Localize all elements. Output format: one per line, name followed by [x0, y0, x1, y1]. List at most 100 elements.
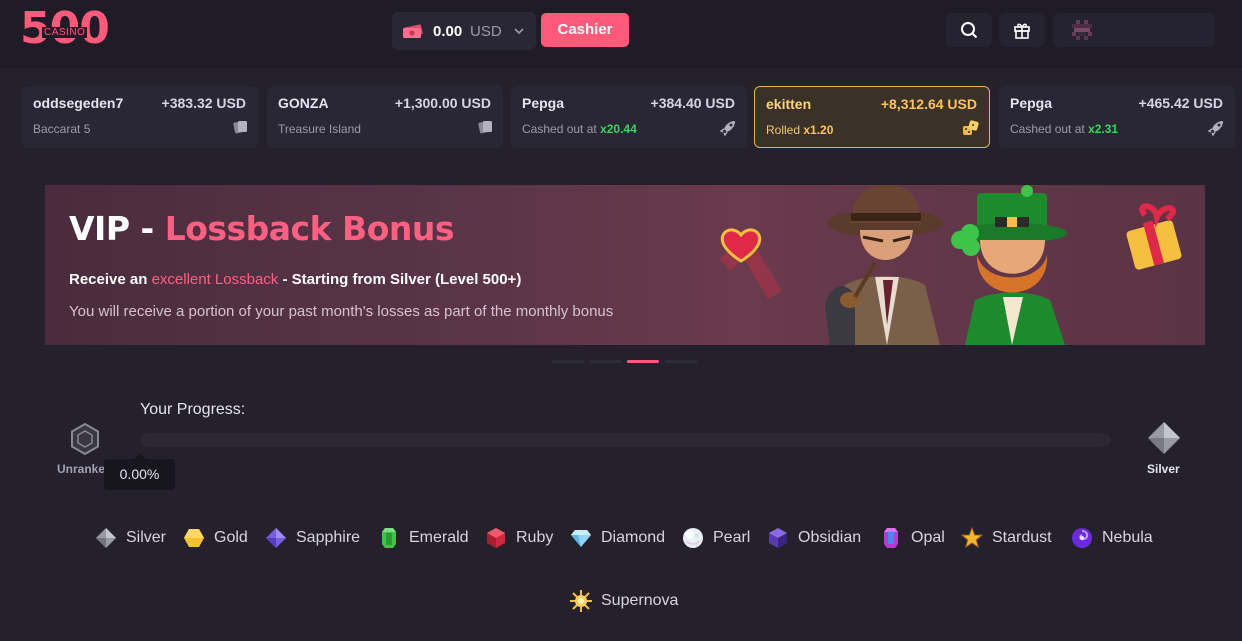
- win-username: Pepga: [1010, 95, 1053, 111]
- slide-dot-3[interactable]: [627, 360, 659, 363]
- rank-emerald[interactable]: Emerald: [378, 527, 473, 551]
- win-card[interactable]: Pepga +384.40 USD Cashed out at x20.44: [511, 86, 747, 148]
- rank-nebula[interactable]: Nebula: [1071, 527, 1161, 551]
- win-multiplier: x2.31: [1088, 122, 1119, 136]
- rank-name: Obsidian: [798, 529, 862, 546]
- win-game: Baccarat 5: [33, 122, 91, 136]
- win-username: oddsegeden7: [33, 95, 124, 111]
- win-detail: Cashed out at x2.31: [1010, 122, 1118, 136]
- cards-icon: [233, 121, 247, 134]
- win-username: ekitten: [766, 96, 812, 112]
- gift-icon: [1014, 23, 1030, 39]
- rank-name: Gold: [214, 529, 248, 546]
- banner-illustration: [719, 185, 1182, 345]
- slide-dot-2[interactable]: [590, 360, 622, 363]
- nebula-icon: [1072, 528, 1092, 548]
- rank-pearl[interactable]: Pearl: [682, 527, 752, 551]
- logo-subtitle: CASINO: [42, 27, 88, 38]
- win-card[interactable]: GONZA +1,300.00 USD Treasure Island: [267, 86, 503, 148]
- progress-percent-tooltip: 0.00%: [104, 453, 175, 490]
- pearl-icon: [683, 528, 703, 548]
- rank-name: Sapphire: [296, 529, 361, 546]
- rank-supernova[interactable]: Supernova: [570, 590, 680, 614]
- rocket-icon: [1208, 121, 1223, 136]
- banner-headline-start: Receive an: [69, 271, 152, 288]
- slide-dot-1[interactable]: [552, 360, 584, 363]
- balance-currency: USD: [470, 23, 502, 40]
- ruby-icon: [487, 528, 505, 548]
- supernova-icon: [570, 590, 592, 612]
- search-icon: [961, 22, 978, 39]
- to-rank-label: Silver: [1147, 462, 1180, 476]
- top-header: 500 CASINO 0.00 USD Cashier: [0, 0, 1242, 68]
- balance-amount: 0.00: [433, 23, 463, 40]
- win-username: Pepga: [522, 95, 565, 111]
- rank-obsidian[interactable]: Obsidian: [767, 527, 867, 551]
- rank-name: Ruby: [516, 529, 554, 546]
- rank-silver[interactable]: Silver: [95, 527, 175, 551]
- cash-icon: [403, 24, 423, 38]
- win-detail: Cashed out at x20.44: [522, 122, 637, 136]
- rank-name: Stardust: [992, 529, 1052, 546]
- win-amount: +383.32 USD: [161, 95, 246, 111]
- win-amount: +465.42 USD: [1138, 95, 1223, 111]
- recent-wins-ticker: oddsegeden7 +383.32 USD Baccarat 5 GONZA…: [22, 86, 1242, 148]
- rank-gold[interactable]: Gold: [183, 527, 255, 551]
- banner-headline-accent: excellent Lossback: [151, 271, 279, 288]
- banner-headline: Receive an excellent Lossback - Starting…: [69, 271, 521, 288]
- banner-description: You will receive a portion of your past …: [69, 303, 614, 320]
- search-button[interactable]: [946, 13, 992, 47]
- promo-banner[interactable]: VIP - Lossback Bonus Receive an excellen…: [45, 185, 1205, 345]
- banner-title: VIP - Lossback Bonus: [69, 209, 455, 248]
- win-game: Treasure Island: [278, 122, 361, 136]
- win-prefix: Rolled: [766, 123, 801, 137]
- banner-title-prefix: VIP -: [69, 209, 165, 248]
- rank-name: Silver: [126, 529, 167, 546]
- opal-icon: [884, 528, 898, 548]
- dice-icon: [963, 120, 979, 135]
- gift-box-icon: [1126, 203, 1182, 270]
- win-amount: +8,312.64 USD: [880, 96, 977, 112]
- rank-name: Opal: [911, 529, 945, 546]
- win-username: GONZA: [278, 95, 329, 111]
- chevron-down-icon: [514, 28, 524, 35]
- rank-opal[interactable]: Opal: [880, 527, 950, 551]
- gold-hexagon-icon: [184, 529, 204, 547]
- leprechaun-character-icon: [951, 185, 1067, 345]
- user-profile-button[interactable]: [1053, 13, 1215, 47]
- banner-title-accent: Lossback Bonus: [164, 209, 455, 248]
- win-multiplier: x1.20: [803, 123, 834, 137]
- unranked-badge-icon: [71, 422, 99, 456]
- balance-selector[interactable]: 0.00 USD: [392, 12, 536, 50]
- rank-ruby[interactable]: Ruby: [485, 527, 555, 551]
- banner-pagination: [552, 360, 702, 364]
- slide-dot-4[interactable]: [665, 360, 697, 363]
- rocket-icon: [720, 121, 735, 136]
- obsidian-icon: [769, 528, 787, 548]
- win-multiplier: x20.44: [600, 122, 637, 136]
- banner-headline-end: - Starting from Silver (Level 500+): [278, 271, 522, 288]
- win-card-featured[interactable]: ekitten +8,312.64 USD Rolled x1.20: [754, 86, 990, 148]
- detective-character-icon: [825, 185, 943, 345]
- win-amount: +1,300.00 USD: [394, 95, 491, 111]
- rank-sapphire[interactable]: Sapphire: [265, 527, 365, 551]
- emerald-icon: [382, 528, 396, 548]
- win-card[interactable]: oddsegeden7 +383.32 USD Baccarat 5: [22, 86, 258, 148]
- rank-name: Diamond: [601, 529, 666, 546]
- win-detail: Rolled x1.20: [766, 123, 833, 137]
- rank-name: Nebula: [1102, 529, 1153, 546]
- cashier-button[interactable]: Cashier: [541, 13, 629, 47]
- silver-badge-icon: [1148, 422, 1180, 454]
- win-amount: +384.40 USD: [650, 95, 735, 111]
- casino-logo[interactable]: 500 CASINO: [20, 4, 110, 54]
- rank-diamond[interactable]: Diamond: [570, 527, 670, 551]
- rank-stardust[interactable]: Stardust: [961, 527, 1061, 551]
- win-prefix: Cashed out at: [1010, 122, 1085, 136]
- silver-diamond-icon: [96, 528, 116, 548]
- progress-bar: [140, 433, 1110, 447]
- win-card[interactable]: Pepga +465.42 USD Cashed out at x2.31: [999, 86, 1235, 148]
- rank-name: Supernova: [601, 592, 679, 609]
- win-prefix: Cashed out at: [522, 122, 597, 136]
- avatar: [1072, 20, 1092, 40]
- rewards-button[interactable]: [999, 13, 1045, 47]
